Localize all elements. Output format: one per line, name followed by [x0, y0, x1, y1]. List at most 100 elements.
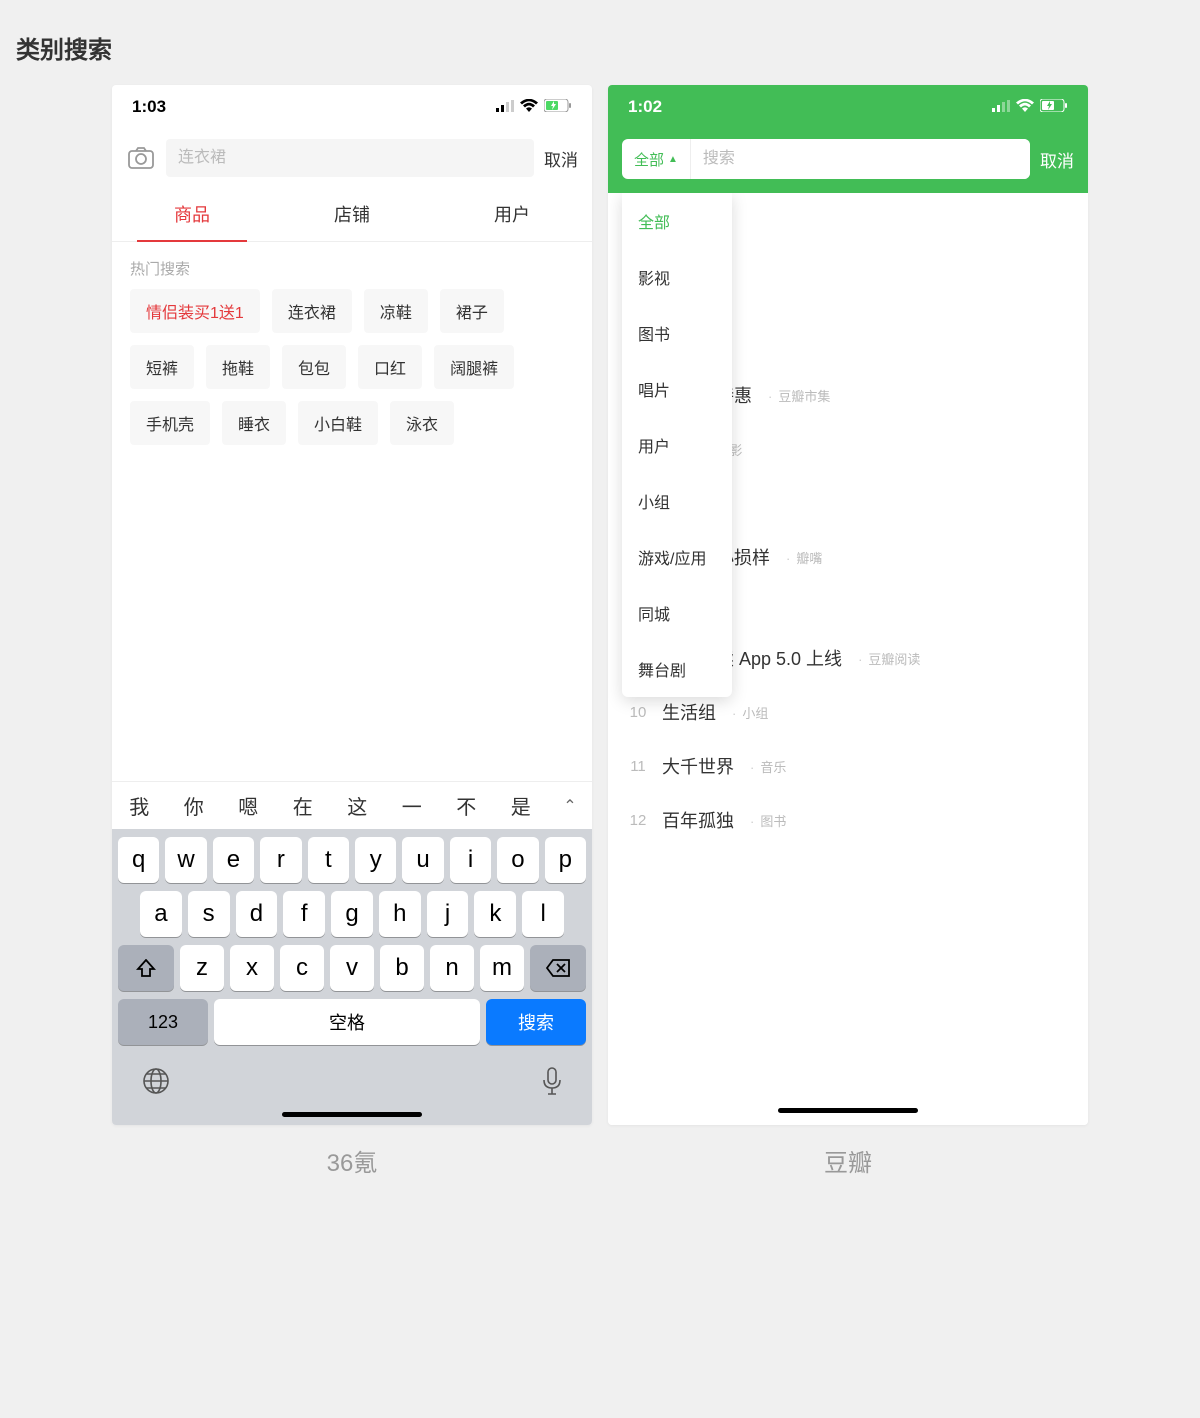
- hot-tag[interactable]: 包包: [282, 345, 346, 389]
- globe-icon[interactable]: [142, 1067, 170, 1100]
- category-dropdown[interactable]: 全部 ▲: [622, 139, 691, 179]
- expand-suggestions-icon[interactable]: ⌃: [548, 796, 592, 816]
- dropdown-item[interactable]: 全部: [622, 193, 732, 249]
- key-i[interactable]: i: [450, 837, 491, 883]
- search-key[interactable]: 搜索: [486, 999, 586, 1045]
- key-u[interactable]: u: [402, 837, 443, 883]
- status-bar: 1:03: [112, 85, 592, 129]
- result-number: 10: [628, 704, 648, 721]
- hot-tag[interactable]: 裙子: [440, 289, 504, 333]
- key-m[interactable]: m: [480, 945, 524, 991]
- key-h[interactable]: h: [379, 891, 421, 937]
- search-header: 全部 ▲ 取消: [608, 129, 1088, 193]
- mic-icon[interactable]: [542, 1067, 562, 1100]
- tab-shops[interactable]: 店铺: [272, 187, 432, 241]
- key-n[interactable]: n: [430, 945, 474, 991]
- key-x[interactable]: x: [230, 945, 274, 991]
- result-item[interactable]: 11大千世界音乐: [608, 739, 1088, 793]
- dropdown-item[interactable]: 唱片: [622, 361, 732, 417]
- key-s[interactable]: s: [188, 891, 230, 937]
- hot-tag[interactable]: 口红: [358, 345, 422, 389]
- backspace-key[interactable]: [530, 945, 586, 991]
- key-a[interactable]: a: [140, 891, 182, 937]
- suggestion[interactable]: 在: [276, 791, 331, 820]
- result-item[interactable]: 12百年孤独图书: [608, 793, 1088, 847]
- hot-tag[interactable]: 泳衣: [390, 401, 454, 445]
- result-category: 图书: [748, 811, 786, 830]
- key-t[interactable]: t: [308, 837, 349, 883]
- dropdown-item[interactable]: 图书: [622, 305, 732, 361]
- key-p[interactable]: p: [545, 837, 586, 883]
- result-category: 豆瓣阅读: [856, 649, 920, 668]
- dropdown-item[interactable]: 同城: [622, 585, 732, 641]
- search-input[interactable]: [691, 139, 1030, 179]
- hot-tag[interactable]: 短裤: [130, 345, 194, 389]
- key-d[interactable]: d: [236, 891, 278, 937]
- hot-tag[interactable]: 睡衣: [222, 401, 286, 445]
- result-category: 豆瓣市集: [766, 386, 830, 405]
- suggestion-row: 我你嗯在这一不是⌃: [112, 781, 592, 829]
- status-bar: 1:02: [608, 85, 1088, 129]
- key-v[interactable]: v: [330, 945, 374, 991]
- battery-icon: [1040, 97, 1068, 117]
- home-indicator: [778, 1108, 918, 1113]
- dropdown-item[interactable]: 影视: [622, 249, 732, 305]
- key-b[interactable]: b: [380, 945, 424, 991]
- chevron-up-icon: ▲: [668, 154, 678, 165]
- key-r[interactable]: r: [260, 837, 301, 883]
- dropdown-item[interactable]: 舞台剧: [622, 641, 732, 697]
- search-combo: 全部 ▲: [622, 139, 1030, 179]
- wifi-icon: [1016, 97, 1034, 117]
- shift-key[interactable]: [118, 945, 174, 991]
- dropdown-item[interactable]: 小组: [622, 473, 732, 529]
- key-z[interactable]: z: [180, 945, 224, 991]
- key-e[interactable]: e: [213, 837, 254, 883]
- phone-36kr: 1:03 取消 商品 店铺 用户 热门搜索 情侣装买1送1连衣裙凉鞋裙子短裤拖鞋…: [112, 85, 592, 1125]
- wifi-icon: [520, 97, 538, 117]
- result-title: 生活组: [662, 699, 716, 725]
- key-k[interactable]: k: [474, 891, 516, 937]
- tab-products[interactable]: 商品: [112, 187, 272, 241]
- space-key[interactable]: 空格: [214, 999, 480, 1045]
- key-f[interactable]: f: [283, 891, 325, 937]
- home-indicator: [282, 1112, 422, 1117]
- camera-icon[interactable]: [126, 143, 156, 173]
- page-title: 类别搜索: [16, 30, 1190, 65]
- hot-tag[interactable]: 连衣裙: [272, 289, 352, 333]
- search-row: 取消: [112, 129, 592, 187]
- hot-tag[interactable]: 小白鞋: [298, 401, 378, 445]
- result-title: 大千世界: [662, 753, 734, 779]
- key-y[interactable]: y: [355, 837, 396, 883]
- key-q[interactable]: q: [118, 837, 159, 883]
- dropdown-item[interactable]: 游戏/应用: [622, 529, 732, 585]
- suggestion[interactable]: 一: [385, 791, 440, 820]
- tab-users[interactable]: 用户: [432, 187, 592, 241]
- key-c[interactable]: c: [280, 945, 324, 991]
- hot-tag[interactable]: 拖鞋: [206, 345, 270, 389]
- key-o[interactable]: o: [497, 837, 538, 883]
- suggestion[interactable]: 你: [167, 791, 222, 820]
- cancel-button[interactable]: 取消: [544, 146, 578, 171]
- hot-tag[interactable]: 阔腿裤: [434, 345, 514, 389]
- suggestion[interactable]: 这: [330, 791, 385, 820]
- key-g[interactable]: g: [331, 891, 373, 937]
- hot-tag[interactable]: 手机壳: [130, 401, 210, 445]
- suggestion[interactable]: 是: [494, 791, 549, 820]
- dropdown-label: 全部: [634, 149, 664, 170]
- suggestion[interactable]: 我: [112, 791, 167, 820]
- result-number: 11: [628, 758, 648, 775]
- numeric-key[interactable]: 123: [118, 999, 208, 1045]
- suggestion[interactable]: 不: [439, 791, 494, 820]
- search-input[interactable]: [166, 139, 534, 177]
- result-title: 百年孤独: [662, 807, 734, 833]
- hot-tag[interactable]: 凉鞋: [364, 289, 428, 333]
- cancel-button[interactable]: 取消: [1040, 147, 1074, 172]
- hot-tag[interactable]: 情侣装买1送1: [130, 289, 260, 333]
- key-l[interactable]: l: [522, 891, 564, 937]
- keyboard: 我你嗯在这一不是⌃ qwertyuiop asdfghjkl zxcvbnm 1…: [112, 781, 592, 1125]
- phone-caption-left: 36氪: [112, 1143, 592, 1178]
- dropdown-item[interactable]: 用户: [622, 417, 732, 473]
- key-w[interactable]: w: [165, 837, 206, 883]
- suggestion[interactable]: 嗯: [221, 791, 276, 820]
- key-j[interactable]: j: [427, 891, 469, 937]
